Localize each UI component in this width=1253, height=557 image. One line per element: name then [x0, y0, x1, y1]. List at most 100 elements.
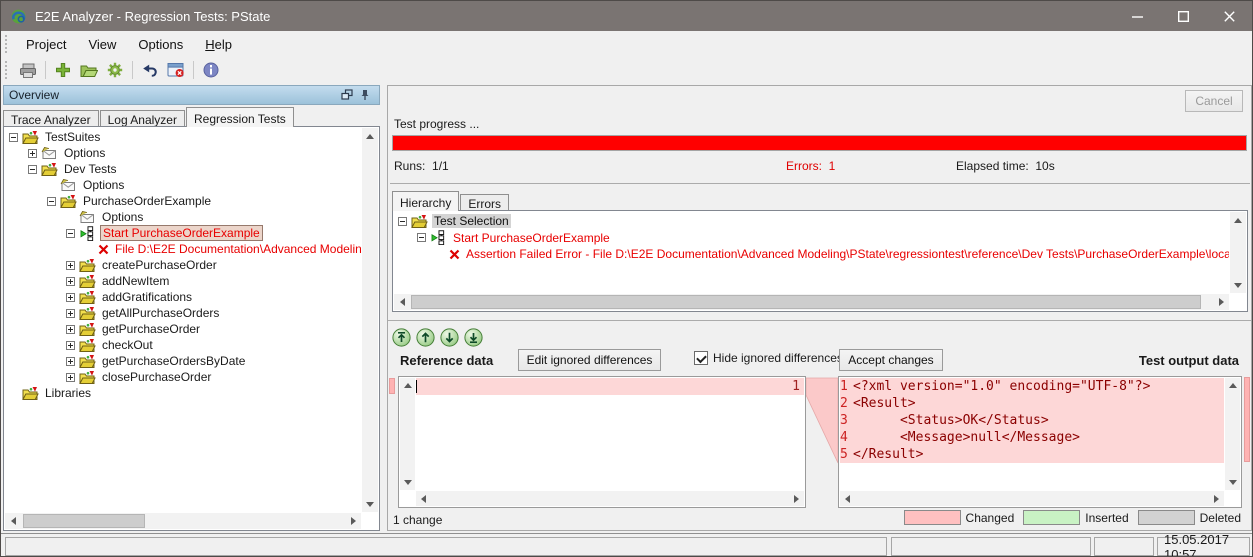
tree-item-dev-tests[interactable]: Dev Tests	[5, 161, 361, 177]
show-log-button[interactable]	[164, 59, 188, 81]
pin-panel-button[interactable]	[356, 87, 374, 103]
horizontal-splitter[interactable]	[388, 312, 1251, 320]
reference-line[interactable]: 1	[416, 378, 804, 395]
scroll-left-button[interactable]	[840, 491, 855, 506]
scroll-right-button[interactable]	[345, 513, 361, 529]
collapse-toggle[interactable]	[398, 217, 407, 226]
first-difference-button[interactable]	[392, 328, 411, 347]
hide-ignored-checkbox[interactable]	[694, 351, 708, 365]
tree-item-createpurchaseorder[interactable]: createPurchaseOrder	[5, 257, 361, 273]
edit-ignored-differences-button[interactable]: Edit ignored differences	[518, 349, 661, 371]
last-difference-button[interactable]	[464, 328, 483, 347]
expand-toggle[interactable]	[66, 309, 75, 318]
tab-trace-analyzer[interactable]: Trace Analyzer	[3, 110, 99, 127]
expand-toggle[interactable]	[66, 325, 75, 334]
scroll-up-button[interactable]	[362, 128, 378, 144]
menu-options[interactable]: Options	[127, 33, 194, 56]
reference-content[interactable]: 1	[416, 378, 804, 490]
collapse-toggle[interactable]	[47, 197, 56, 206]
tree-item-options[interactable]: Options	[5, 145, 361, 161]
scroll-right-button[interactable]	[1209, 491, 1224, 506]
reference-vertical-scrollbar[interactable]	[400, 378, 415, 490]
tab-errors[interactable]: Errors	[460, 194, 509, 211]
tab-log-analyzer[interactable]: Log Analyzer	[100, 110, 185, 127]
scrollbar-thumb[interactable]	[23, 514, 145, 528]
expand-toggle[interactable]	[66, 261, 75, 270]
print-button[interactable]	[16, 59, 40, 81]
expand-toggle[interactable]	[28, 149, 37, 158]
menu-project[interactable]: Project	[15, 33, 77, 56]
expand-toggle[interactable]	[66, 357, 75, 366]
scroll-up-button[interactable]	[1230, 212, 1246, 228]
tree-item-addnewitem[interactable]: addNewItem	[5, 273, 361, 289]
float-panel-button[interactable]	[338, 87, 356, 103]
tree-item-error-file[interactable]: File D:\E2E Documentation\Advanced Model…	[5, 241, 361, 257]
settings-button[interactable]	[103, 59, 127, 81]
next-difference-button[interactable]	[440, 328, 459, 347]
scroll-down-button[interactable]	[1225, 475, 1240, 490]
collapse-toggle[interactable]	[66, 229, 75, 238]
output-line[interactable]: 1<?xml version="1.0" encoding="UTF-8"?>	[840, 378, 1224, 395]
scroll-up-button[interactable]	[1225, 378, 1240, 393]
minimize-button[interactable]	[1114, 1, 1160, 31]
tree-item-libraries[interactable]: Libraries	[5, 385, 361, 401]
change-marker[interactable]	[389, 378, 395, 394]
change-marker[interactable]	[1244, 377, 1250, 462]
scrollbar-thumb[interactable]	[411, 295, 1201, 309]
expand-toggle[interactable]	[66, 293, 75, 302]
output-line[interactable]: 2<Result>	[840, 395, 1224, 412]
scroll-right-button[interactable]	[1213, 294, 1229, 310]
info-button[interactable]	[199, 59, 223, 81]
previous-difference-button[interactable]	[416, 328, 435, 347]
collapse-toggle[interactable]	[28, 165, 37, 174]
tree-item-options[interactable]: Options	[5, 177, 361, 193]
scroll-down-button[interactable]	[400, 475, 415, 490]
tree-item-checkout[interactable]: checkOut	[5, 337, 361, 353]
output-editor[interactable]: 1<?xml version="1.0" encoding="UTF-8"?> …	[838, 376, 1242, 508]
output-overview-ruler[interactable]	[1244, 376, 1250, 508]
tree-item-purchaseorderexample[interactable]: PurchaseOrderExample	[5, 193, 361, 209]
cancel-button[interactable]: Cancel	[1185, 90, 1243, 112]
output-line[interactable]: 3 <Status>OK</Status>	[840, 412, 1224, 429]
reference-overview-ruler[interactable]	[389, 376, 395, 508]
toolbar-grip[interactable]	[5, 61, 12, 79]
scroll-down-button[interactable]	[1230, 277, 1246, 293]
expand-toggle[interactable]	[66, 277, 75, 286]
tree-item-addgratifications[interactable]: addGratifications	[5, 289, 361, 305]
scroll-up-button[interactable]	[400, 378, 415, 393]
output-vertical-scrollbar[interactable]	[1225, 378, 1240, 490]
open-button[interactable]	[77, 59, 101, 81]
tree-item-options[interactable]: Options	[5, 209, 361, 225]
tree-item-getpurchaseordersbydate[interactable]: getPurchaseOrdersByDate	[5, 353, 361, 369]
tree-vertical-scrollbar[interactable]	[362, 128, 378, 512]
tree-item-test-selection[interactable]: Test Selection	[394, 213, 1229, 230]
tree-item-testsuites[interactable]: TestSuites	[5, 129, 361, 145]
hierarchy-vertical-scrollbar[interactable]	[1230, 212, 1246, 293]
accept-changes-button[interactable]: Accept changes	[839, 349, 943, 371]
tab-regression-tests[interactable]: Regression Tests	[186, 107, 294, 127]
output-line[interactable]: 4 <Message>null</Message>	[840, 429, 1224, 446]
menu-help[interactable]: Help	[194, 33, 243, 56]
tree-item-closepurchaseorder[interactable]: closePurchaseOrder	[5, 369, 361, 385]
tab-hierarchy[interactable]: Hierarchy	[392, 191, 459, 211]
hierarchy-horizontal-scrollbar[interactable]	[394, 294, 1229, 310]
collapse-toggle[interactable]	[9, 133, 18, 142]
tree-horizontal-scrollbar[interactable]	[5, 513, 361, 529]
output-horizontal-scrollbar[interactable]	[840, 491, 1224, 506]
reference-editor[interactable]: 1	[398, 376, 806, 508]
scroll-right-button[interactable]	[789, 491, 804, 506]
expand-toggle[interactable]	[66, 341, 75, 350]
output-content[interactable]: 1<?xml version="1.0" encoding="UTF-8"?> …	[840, 378, 1224, 490]
reference-horizontal-scrollbar[interactable]	[416, 491, 804, 506]
tree-item-getallpurchaseorders[interactable]: getAllPurchaseOrders	[5, 305, 361, 321]
tree-item-getpurchaseorder[interactable]: getPurchaseOrder	[5, 321, 361, 337]
close-button[interactable]	[1206, 1, 1252, 31]
menu-view[interactable]: View	[77, 33, 127, 56]
undo-button[interactable]	[138, 59, 162, 81]
output-line[interactable]: 5</Result>	[840, 446, 1224, 463]
tree-item-assertion-failed[interactable]: Assertion Failed Error - File D:\E2E Doc…	[394, 246, 1229, 263]
tree-item-start-purchaseorderexample[interactable]: Start PurchaseOrderExample	[394, 230, 1229, 247]
scroll-left-button[interactable]	[394, 294, 410, 310]
maximize-button[interactable]	[1160, 1, 1206, 31]
add-button[interactable]	[51, 59, 75, 81]
